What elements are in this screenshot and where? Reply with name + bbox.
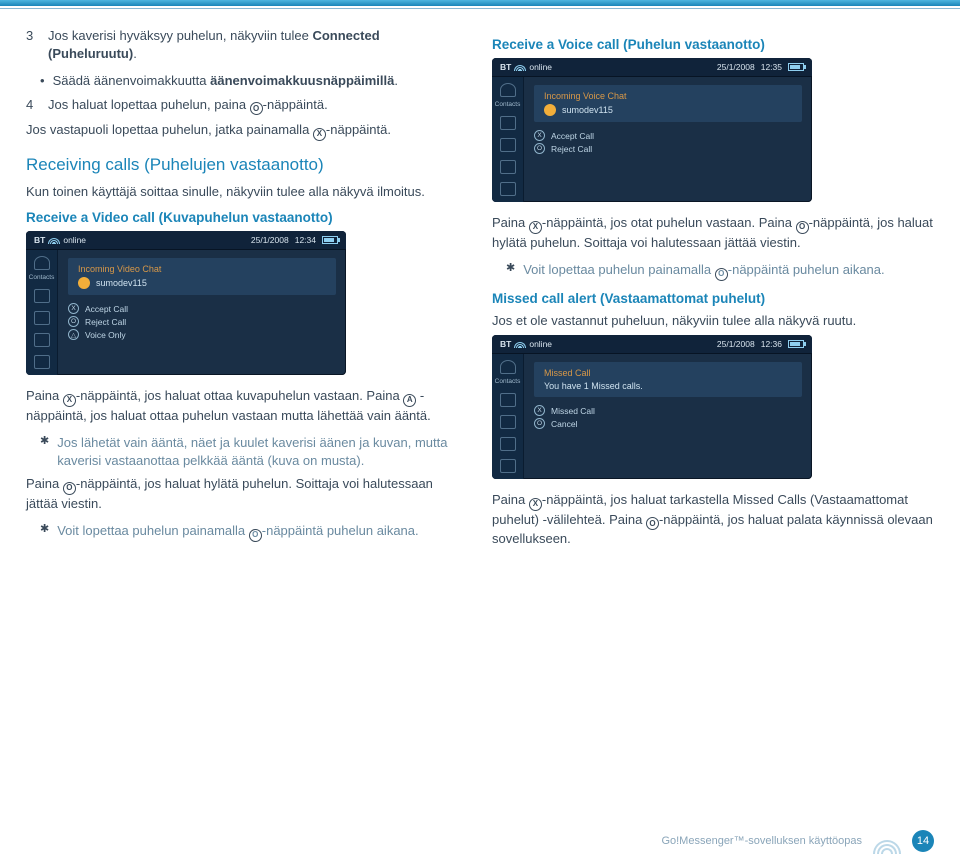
screenshot-brand-status: BT online <box>34 235 86 245</box>
circle-x-icon: X <box>313 128 326 141</box>
screenshot-topbar: BT online 25/1/2008 12:34 <box>26 231 346 250</box>
side-icon <box>34 311 50 325</box>
voice-accept-text: Paina X-näppäintä, jos otat puhelun vast… <box>492 214 934 251</box>
heading-receiving-calls: Receiving calls (Puhelujen vastaanotto) <box>26 155 468 175</box>
circle-x-icon: X <box>63 394 76 407</box>
reject-instructions: Paina O-näppäintä, jos haluat hylätä puh… <box>26 475 468 512</box>
missed-instructions: Paina X-näppäintä, jos haluat tarkastell… <box>492 491 934 548</box>
top-gradient-bar <box>0 0 960 6</box>
action-row: △Voice Only <box>68 329 336 340</box>
screenshot-main: Incoming Video Chat sumodev115 XAccept C… <box>58 250 346 375</box>
screenshot-incoming-video: BT online 25/1/2008 12:34 Contacts <box>26 231 346 375</box>
list-number: 4 <box>26 96 40 116</box>
action-row: OReject Call <box>68 316 336 327</box>
battery-icon <box>788 63 804 71</box>
end-call-note: Voit lopettaa puhelun painamalla O-näppä… <box>26 522 468 542</box>
caller-row: sumodev115 <box>78 277 326 289</box>
circle-o-icon: O <box>250 102 263 115</box>
numbered-list: 3 Jos kaverisi hyväksyy puhelun, näkyvii… <box>26 27 468 62</box>
wifi-icon <box>49 236 59 244</box>
circle-x-icon: X <box>529 498 542 511</box>
screenshot-body: Contacts Incoming Video Chat sumodev115 <box>26 250 346 375</box>
list-text: Jos kaverisi hyväksyy puhelun, näkyviin … <box>48 27 468 62</box>
list-text: Jos haluat lopettaa puhelun, paina O-näp… <box>48 96 328 116</box>
screenshot-sidebar: Contacts <box>26 250 58 375</box>
key-icon: X <box>68 303 79 314</box>
incoming-panel: Incoming Voice Chat sumodev115 <box>534 85 802 122</box>
wifi-icon <box>515 63 525 71</box>
circle-x-icon: X <box>529 221 542 234</box>
right-column: Receive a Voice call (Puhelun vastaanott… <box>492 27 934 554</box>
circle-o-icon: O <box>715 268 728 281</box>
wifi-arc-icon <box>872 828 902 854</box>
page-content: 3 Jos kaverisi hyväksyy puhelun, näkyvii… <box>0 9 960 554</box>
page-footer: Go!Messenger™-sovelluksen käyttöopas 14 <box>0 828 960 854</box>
circle-o-icon: O <box>249 529 262 542</box>
voice-end-note: Voit lopettaa puhelun painamalla O-näppä… <box>492 261 934 281</box>
screenshot-incoming-voice: BT online 25/1/2008 12:35 Contacts <box>492 58 812 202</box>
voice-only-note: Jos lähetät vain ääntä, näet ja kuulet k… <box>26 434 468 469</box>
heading-missed-call: Missed call alert (Vastaamattomat puhelu… <box>492 291 934 306</box>
screenshot-topbar: BT online 25/1/2008 12:35 <box>492 58 812 77</box>
screenshot-missed-call: BT online 25/1/2008 12:36 Contacts <box>492 335 812 479</box>
battery-icon <box>322 236 338 244</box>
bullet-text: Säädä äänenvoimakkuutta äänenvoimakkuusn… <box>53 72 398 90</box>
missed-panel: Missed Call You have 1 Missed calls. <box>534 362 802 397</box>
contacts-icon <box>500 360 516 374</box>
wifi-icon <box>515 340 525 348</box>
list-number: 3 <box>26 27 40 62</box>
side-icon <box>34 355 50 369</box>
side-icon <box>34 333 50 347</box>
footer-label: Go!Messenger™-sovelluksen käyttöopas <box>661 835 862 847</box>
circle-o-icon: O <box>63 482 76 495</box>
panel-title: Incoming Video Chat <box>78 264 326 274</box>
contacts-icon <box>34 256 50 270</box>
screenshot-actions: XAccept Call OReject Call △Voice Only <box>68 303 336 340</box>
list-item-4: 4 Jos haluat lopettaa puhelun, paina O-n… <box>26 96 468 116</box>
side-icon <box>34 289 50 303</box>
screenshot-clock: 25/1/2008 12:34 <box>251 235 338 245</box>
contacts-icon <box>500 83 516 97</box>
list-item-3: 3 Jos kaverisi hyväksyy puhelun, näkyvii… <box>26 27 468 62</box>
missed-body: Jos et ole vastannut puheluun, näkyviin … <box>492 312 934 330</box>
numbered-list-4: 4 Jos haluat lopettaa puhelun, paina O-n… <box>26 96 468 116</box>
circle-o-icon: O <box>646 517 659 530</box>
battery-icon <box>788 340 804 348</box>
action-row: XAccept Call <box>68 303 336 314</box>
accept-instructions: Paina X-näppäintä, jos haluat ottaa kuva… <box>26 387 468 424</box>
left-column: 3 Jos kaverisi hyväksyy puhelun, näkyvii… <box>26 27 468 554</box>
caller-avatar-icon <box>78 277 90 289</box>
heading-voice-call: Receive a Voice call (Puhelun vastaanott… <box>492 37 934 52</box>
other-hangup-text: Jos vastapuoli lopettaa puhelun, jatka p… <box>26 121 468 141</box>
circle-o-icon: O <box>796 221 809 234</box>
key-icon: O <box>68 316 79 327</box>
heading-video-call: Receive a Video call (Kuvapuhelun vastaa… <box>26 210 468 225</box>
caller-avatar-icon <box>544 104 556 116</box>
key-icon: △ <box>68 329 79 340</box>
circle-a-icon: A <box>403 394 416 407</box>
page-number: 14 <box>912 830 934 852</box>
volume-bullet: Säädä äänenvoimakkuutta äänenvoimakkuusn… <box>26 72 468 90</box>
incoming-panel: Incoming Video Chat sumodev115 <box>68 258 336 295</box>
after-screenshot-text: Paina X-näppäintä, jos haluat ottaa kuva… <box>26 387 468 542</box>
receiving-body: Kun toinen käyttäjä soittaa sinulle, näk… <box>26 183 468 201</box>
